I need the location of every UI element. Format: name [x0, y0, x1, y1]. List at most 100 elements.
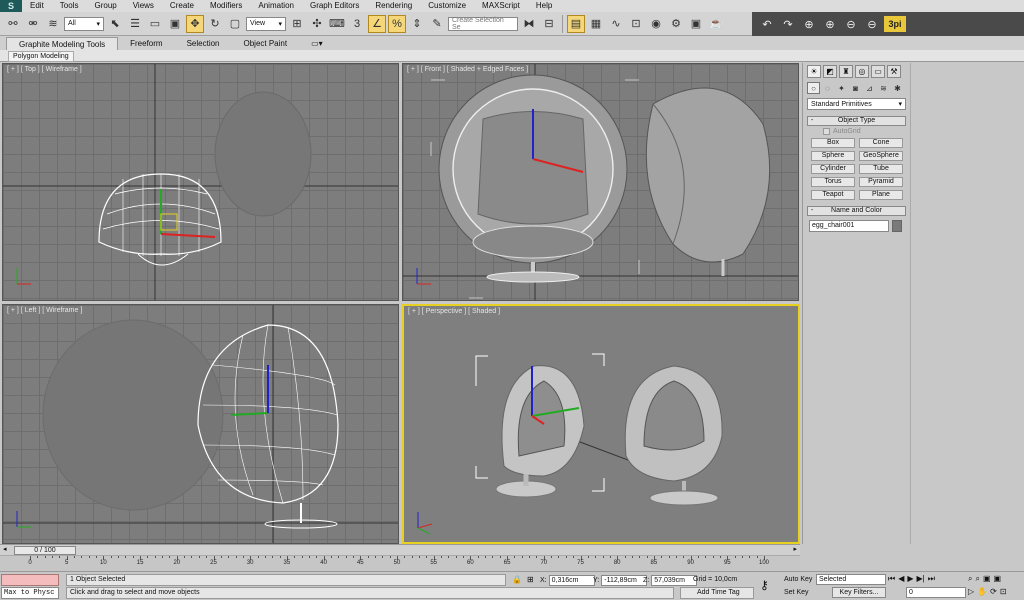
menu-customize[interactable]: Customize	[420, 0, 474, 12]
auto-key-button[interactable]: Auto Key	[784, 574, 814, 585]
current-frame-input[interactable]: 0	[906, 587, 966, 598]
object-color-swatch[interactable]	[892, 220, 902, 232]
pan-icon[interactable]: ✋	[977, 587, 987, 596]
x-coordinate-input[interactable]: 0,316cm	[548, 575, 595, 586]
material-editor-icon[interactable]: ◉	[647, 15, 665, 33]
cone-button[interactable]: Cone	[859, 138, 903, 148]
brand-3pi-icon[interactable]: 3pi	[884, 16, 906, 32]
tab-selection[interactable]: Selection	[175, 37, 232, 50]
viewport-label-top[interactable]: [ + ] [ Top ] [ Wireframe ]	[7, 66, 82, 73]
select-by-name-icon[interactable]: ☰	[126, 15, 144, 33]
key-filters-button[interactable]: Key Filters...	[832, 587, 886, 598]
cylinder-button[interactable]: Cylinder	[811, 164, 855, 174]
add-icon[interactable]: ⊕	[800, 15, 818, 33]
previous-frame-icon[interactable]: ◀	[898, 574, 904, 584]
pivot-center-icon[interactable]: ⊞	[288, 15, 306, 33]
add-alt-icon[interactable]: ⊕	[821, 15, 839, 33]
tube-button[interactable]: Tube	[859, 164, 903, 174]
menu-group[interactable]: Group	[86, 0, 124, 12]
menu-views[interactable]: Views	[125, 0, 162, 12]
mirror-icon[interactable]: ⧓	[520, 15, 538, 33]
menu-maxscript[interactable]: MAXScript	[474, 0, 528, 12]
display-tab-icon[interactable]: ▭	[871, 65, 885, 78]
orbit-icon[interactable]: ⟳	[990, 587, 997, 596]
remove-icon[interactable]: ⊖	[842, 15, 860, 33]
viewport-top[interactable]: [ + ] [ Top ] [ Wireframe ]	[2, 63, 399, 301]
menu-edit[interactable]: Edit	[22, 0, 52, 12]
link-icon[interactable]: ⚯	[4, 15, 22, 33]
time-slider[interactable]: ◂ 0 / 100 ▸	[0, 544, 800, 555]
time-slider-handle[interactable]: 0 / 100	[14, 546, 76, 555]
cameras-icon[interactable]: ◙	[849, 82, 862, 94]
zoom-icon[interactable]: ⌕	[968, 574, 972, 584]
next-frame-icon[interactable]: ▶|	[917, 574, 925, 584]
go-to-end-icon[interactable]: ⏭	[928, 574, 935, 584]
layer-manager-icon[interactable]: ▤	[567, 14, 585, 33]
y-coordinate-input[interactable]: -112,89cm	[601, 575, 648, 586]
maximize-viewport-icon[interactable]: ⊡	[1000, 587, 1007, 596]
maxscript-listener-input[interactable]	[1, 574, 59, 586]
teapot-button[interactable]: Teapot	[811, 190, 855, 200]
reference-coordinate-dropdown[interactable]: View ▾	[246, 16, 286, 31]
box-button[interactable]: Box	[811, 138, 855, 148]
percent-snap-icon[interactable]: %	[388, 14, 406, 33]
primitive-type-dropdown[interactable]: Standard Primitives ▾	[807, 98, 906, 110]
align-icon[interactable]: ⊟	[540, 15, 558, 33]
menu-help[interactable]: Help	[528, 0, 560, 12]
undo-icon[interactable]: ↶	[758, 15, 776, 33]
object-type-rollout[interactable]: - Object Type	[807, 116, 906, 126]
curve-editor-icon[interactable]: ∿	[607, 15, 625, 33]
edit-named-selection-icon[interactable]: ✎	[428, 15, 446, 33]
render-production-icon[interactable]: ☕	[707, 15, 725, 33]
geometry-icon[interactable]: ○	[807, 82, 820, 94]
schematic-view-icon[interactable]: ⊡	[627, 15, 645, 33]
viewport-label-perspective[interactable]: [ + ] [ Perspective ] [ Shaded ]	[408, 308, 500, 315]
render-setup-icon[interactable]: ⚙	[667, 15, 685, 33]
zoom-extents-all-icon[interactable]: ▣	[994, 574, 1002, 584]
hierarchy-tab-icon[interactable]: ♜	[839, 65, 853, 78]
field-of-view-icon[interactable]: ▷	[968, 587, 974, 596]
add-time-tag-button[interactable]: Add Time Tag	[680, 587, 754, 599]
unlink-icon[interactable]: ⚮	[24, 15, 42, 33]
menu-create[interactable]: Create	[162, 0, 202, 12]
ribbon-options-icon[interactable]: ▭▾	[299, 37, 335, 50]
torus-button[interactable]: Torus	[811, 177, 855, 187]
viewport-perspective[interactable]: [ + ] [ Perspective ] [ Shaded ]	[402, 304, 800, 544]
utilities-tab-icon[interactable]: ⚒	[887, 65, 901, 78]
autogrid-checkbox[interactable]: AutoGrid	[823, 128, 890, 135]
keyboard-shortcut-icon[interactable]: ⌨	[328, 15, 346, 33]
remove-alt-icon[interactable]: ⊖	[863, 15, 881, 33]
app-logo-icon[interactable]: S	[0, 0, 22, 12]
create-tab-icon[interactable]: ☀	[807, 65, 821, 78]
tab-freeform[interactable]: Freeform	[118, 37, 174, 50]
menu-rendering[interactable]: Rendering	[367, 0, 420, 12]
snap-toggle-icon[interactable]: 3	[348, 15, 366, 33]
tab-object-paint[interactable]: Object Paint	[232, 37, 300, 50]
time-slider-prev-icon[interactable]: ◂	[3, 545, 7, 553]
select-move-icon[interactable]: ✥	[186, 14, 204, 33]
zoom-extents-icon[interactable]: ▣	[983, 574, 991, 584]
menu-tools[interactable]: Tools	[52, 0, 87, 12]
menu-graph-editors[interactable]: Graph Editors	[302, 0, 367, 12]
key-selection-dropdown[interactable]: Selected	[816, 574, 886, 585]
window-crossing-icon[interactable]: ▣	[166, 15, 184, 33]
spinner-snap-icon[interactable]: ⇕	[408, 15, 426, 33]
rendered-frame-icon[interactable]: ▣	[687, 15, 705, 33]
rect-selection-icon[interactable]: ▭	[146, 15, 164, 33]
time-slider-next-icon[interactable]: ▸	[793, 545, 797, 553]
redo-icon[interactable]: ↷	[779, 15, 797, 33]
lights-icon[interactable]: ✦	[835, 82, 848, 94]
helpers-icon[interactable]: ⊿	[863, 82, 876, 94]
track-bar[interactable]: 0 5 10 15 20 25 30 35 40 45 50 55 60 65 70 75 80 85 90 95 10…	[0, 555, 800, 571]
select-rotate-icon[interactable]: ↻	[206, 15, 224, 33]
absolute-mode-icon[interactable]: ⊞	[527, 575, 534, 584]
menu-modifiers[interactable]: Modifiers	[202, 0, 250, 12]
named-selection-input[interactable]: Create Selection Se	[448, 16, 518, 31]
set-key-mode-icon[interactable]: ⚷	[760, 578, 769, 592]
bind-space-warp-icon[interactable]: ≋	[44, 15, 62, 33]
angle-snap-icon[interactable]: ∠	[368, 14, 386, 33]
object-name-input[interactable]: egg_chair001	[809, 220, 889, 232]
tab-graphite-modeling-tools[interactable]: Graphite Modeling Tools	[6, 37, 119, 50]
menu-animation[interactable]: Animation	[250, 0, 302, 12]
motion-tab-icon[interactable]: ◎	[855, 65, 869, 78]
